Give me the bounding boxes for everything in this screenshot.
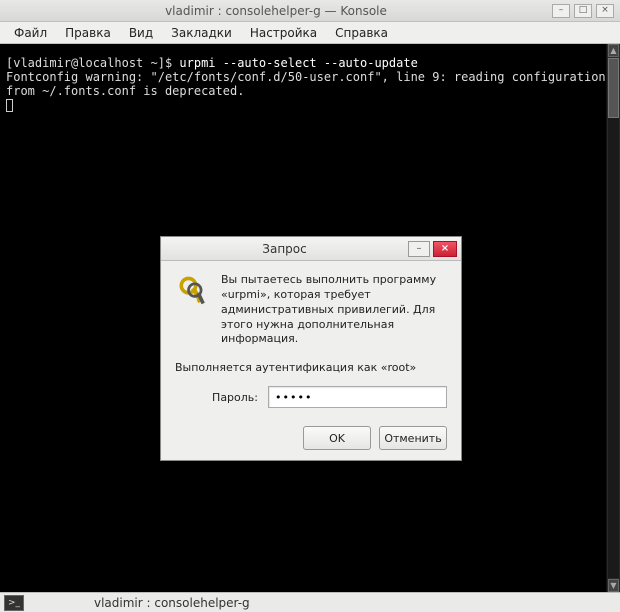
menubar: Файл Правка Вид Закладки Настройка Справ… bbox=[0, 22, 620, 44]
dialog-body: Вы пытаетесь выполнить программу «urpmi»… bbox=[161, 261, 461, 460]
dialog-minimize-button[interactable]: – bbox=[408, 241, 430, 257]
dialog-controls: – × bbox=[408, 241, 457, 257]
taskbar: >_ vladimir : consolehelper-g bbox=[0, 592, 620, 612]
menu-help[interactable]: Справка bbox=[327, 23, 396, 43]
dialog-message: Вы пытаетесь выполнить программу «urpmi»… bbox=[221, 273, 447, 347]
window-controls: – □ × bbox=[552, 4, 614, 18]
dialog-auth-line: Выполняется аутентификация как «root» bbox=[175, 361, 447, 374]
taskbar-terminal-icon[interactable]: >_ bbox=[4, 595, 24, 611]
taskbar-item[interactable]: vladimir : consolehelper-g bbox=[84, 594, 260, 612]
dialog-close-button[interactable]: × bbox=[433, 241, 457, 257]
close-button[interactable]: × bbox=[596, 4, 614, 18]
menu-bookmarks[interactable]: Закладки bbox=[163, 23, 240, 43]
terminal-prompt: [vladimir@localhost ~]$ bbox=[6, 56, 179, 70]
terminal-output: Fontconfig warning: "/etc/fonts/conf.d/5… bbox=[6, 70, 620, 98]
dialog-title: Запрос bbox=[161, 242, 408, 256]
scroll-thumb[interactable] bbox=[608, 58, 619, 118]
menu-settings[interactable]: Настройка bbox=[242, 23, 325, 43]
window-title: vladimir : consolehelper-g — Konsole bbox=[0, 4, 552, 18]
maximize-button[interactable]: □ bbox=[574, 4, 592, 18]
password-input[interactable] bbox=[268, 386, 447, 408]
password-row: Пароль: bbox=[175, 386, 447, 408]
terminal-scrollbar[interactable]: ▲ ▼ bbox=[606, 44, 620, 592]
menu-edit[interactable]: Правка bbox=[57, 23, 119, 43]
auth-dialog: Запрос – × Вы пытаетесь выполнить програ… bbox=[160, 236, 462, 461]
window-titlebar: vladimir : consolehelper-g — Konsole – □… bbox=[0, 0, 620, 22]
scroll-down-button[interactable]: ▼ bbox=[608, 579, 619, 592]
scroll-track[interactable] bbox=[608, 58, 619, 578]
scroll-up-button[interactable]: ▲ bbox=[608, 44, 619, 57]
cancel-button[interactable]: Отменить bbox=[379, 426, 447, 450]
password-label: Пароль: bbox=[203, 391, 258, 404]
dialog-buttons: OK Отменить bbox=[175, 426, 447, 450]
terminal-cursor bbox=[6, 99, 13, 112]
minimize-button[interactable]: – bbox=[552, 4, 570, 18]
menu-view[interactable]: Вид bbox=[121, 23, 161, 43]
dialog-titlebar[interactable]: Запрос – × bbox=[161, 237, 461, 261]
ok-button[interactable]: OK bbox=[303, 426, 371, 450]
menu-file[interactable]: Файл bbox=[6, 23, 55, 43]
terminal-command: urpmi --auto-select --auto-update bbox=[179, 56, 417, 70]
keys-icon bbox=[175, 273, 211, 347]
